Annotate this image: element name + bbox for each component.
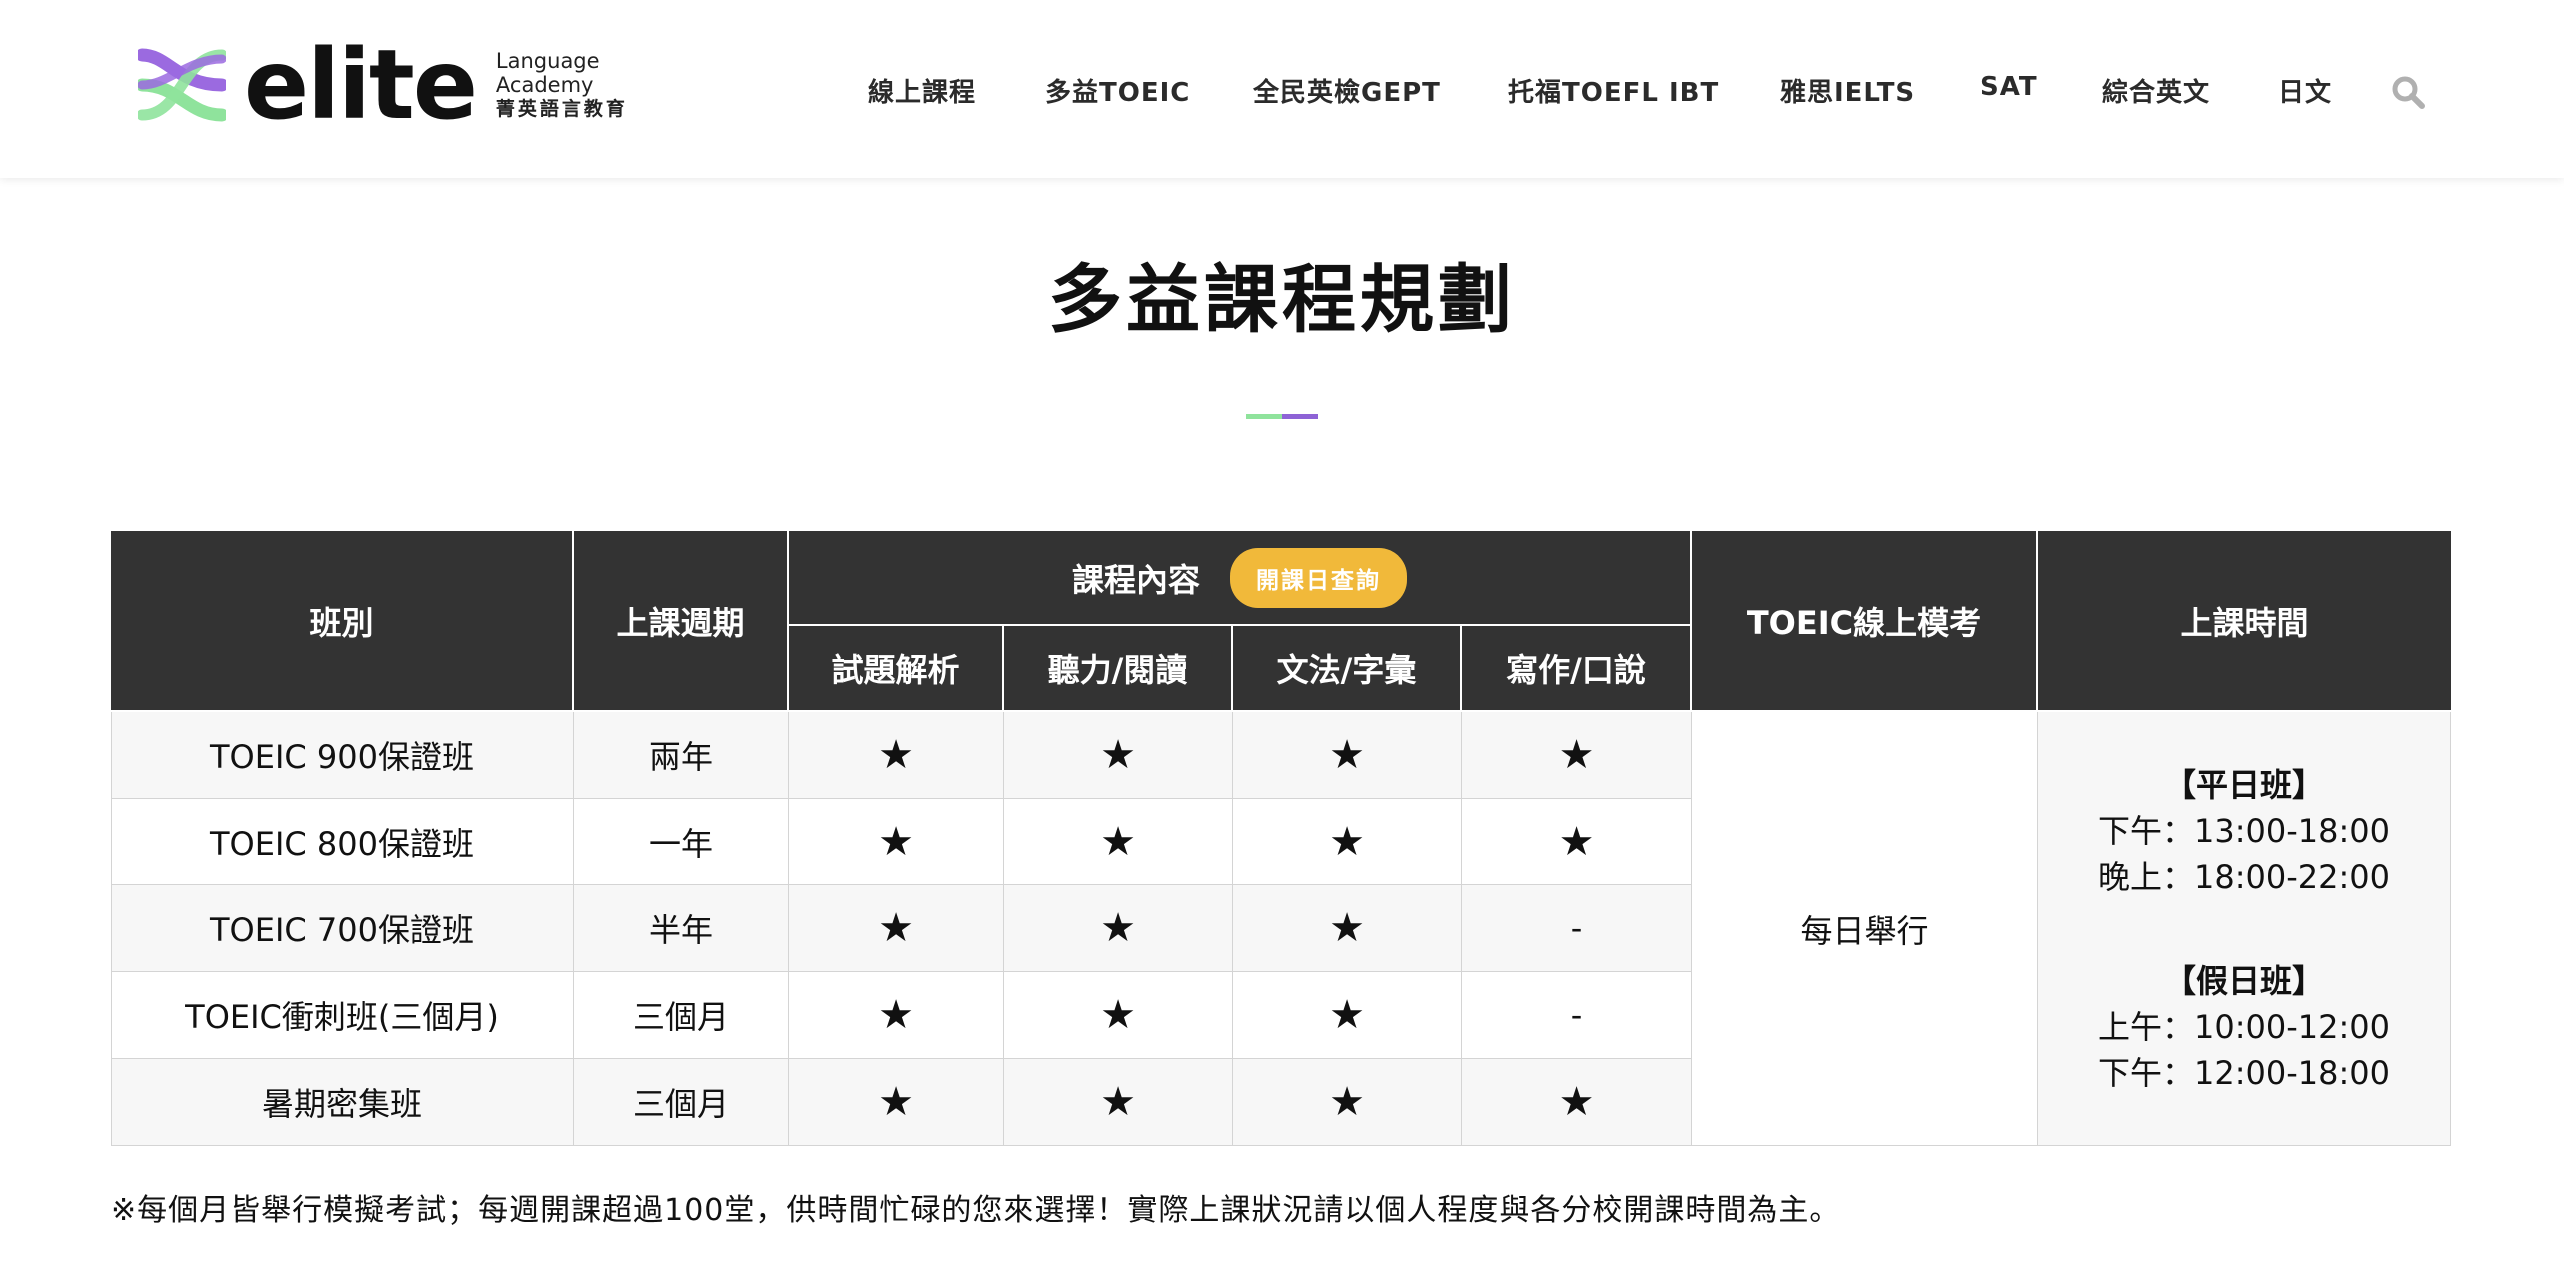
table-left-border — [111, 712, 112, 1146]
header-mock-test: TOEIC線上模考 — [1692, 531, 2038, 712]
divider-purple — [1282, 414, 1318, 419]
brand-logo[interactable]: elite Language Academy 菁英語言教育 — [138, 29, 628, 141]
row-mark-writing-speaking: ★ — [1462, 712, 1692, 799]
row-period: 三個月 — [574, 1059, 789, 1146]
row-period: 兩年 — [574, 712, 789, 799]
row-mark-writing-speaking: ★ — [1462, 1059, 1692, 1146]
search-icon[interactable] — [2390, 74, 2426, 110]
row-mark-listening-reading: ★ — [1004, 972, 1233, 1059]
row-mark-writing-speaking: ★ — [1462, 799, 1692, 885]
row-mark-grammar-vocab: ★ — [1233, 885, 1462, 972]
row-mark-writing-speaking: - — [1462, 885, 1692, 972]
row-class-name: TOEIC 800保證班 — [111, 799, 574, 885]
nav-item-toefl[interactable]: 托福TOEFL IBT — [1508, 72, 1719, 109]
row-mark-grammar-vocab: ★ — [1233, 712, 1462, 799]
header-sub-listening-reading: 聽力/閱讀 — [1004, 626, 1233, 712]
header-class-time: 上課時間 — [2038, 531, 2451, 712]
header-class: 班別 — [111, 531, 574, 712]
row-mark-listening-reading: ★ — [1004, 885, 1233, 972]
logo-subtitle: Language Academy 菁英語言教育 — [496, 49, 628, 121]
row-class-name: TOEIC 900保證班 — [111, 712, 574, 799]
nav-item-gept[interactable]: 全民英檢GEPT — [1253, 72, 1441, 109]
nav-item-sat[interactable]: SAT — [1980, 72, 2038, 102]
row-class-name: TOEIC 700保證班 — [111, 885, 574, 972]
row-class-name: 暑期密集班 — [111, 1059, 574, 1146]
nav-item-toeic[interactable]: 多益TOEIC — [1045, 72, 1190, 109]
row-period: 一年 — [574, 799, 789, 885]
row-mark-analysis: ★ — [789, 972, 1004, 1059]
logo-wordmark: elite — [244, 29, 478, 141]
weekday-title: 【平日班】 — [2163, 765, 2324, 804]
row-mark-listening-reading: ★ — [1004, 712, 1233, 799]
logo-sub-line2: Academy — [495, 73, 594, 97]
nav-item-online-course[interactable]: 線上課程 — [868, 72, 976, 109]
open-date-query-button[interactable]: 開課日查詢 — [1230, 547, 1407, 608]
row-period: 三個月 — [574, 972, 789, 1059]
mock-test-value: 每日舉行 — [1692, 712, 2038, 1146]
weekday-afternoon: 下午：13:00-18:00 — [2098, 811, 2390, 850]
header-sub-analysis: 試題解析 — [789, 626, 1004, 712]
row-mark-grammar-vocab: ★ — [1233, 972, 1462, 1059]
weekday-evening: 晚上：18:00-22:00 — [2098, 857, 2390, 896]
site-header: elite Language Academy 菁英語言教育 線上課程 多益TOE… — [0, 0, 2564, 178]
row-period: 半年 — [574, 885, 789, 972]
nav-item-ielts[interactable]: 雅思IELTS — [1780, 72, 1915, 109]
row-mark-analysis: ★ — [789, 1059, 1004, 1146]
row-mark-analysis: ★ — [789, 799, 1004, 885]
divider-green — [1246, 414, 1282, 419]
row-mark-listening-reading: ★ — [1004, 799, 1233, 885]
header-period: 上課週期 — [574, 531, 789, 712]
logo-sub-zh: 菁英語言教育 — [495, 98, 628, 120]
row-mark-listening-reading: ★ — [1004, 1059, 1233, 1146]
row-class-name: TOEIC衝刺班(三個月) — [111, 972, 574, 1059]
course-table: 班別 上課週期 課程內容 開課日查詢 試題解析 聽力/閱讀 文法/字彙 寫作/口… — [111, 531, 2451, 1146]
title-divider — [1246, 414, 1318, 419]
row-mark-grammar-vocab: ★ — [1233, 1059, 1462, 1146]
weekend-afternoon: 下午：12:00-18:00 — [2098, 1053, 2390, 1092]
logo-sub-line1: Language — [495, 49, 600, 73]
header-sub-grammar-vocab: 文法/字彙 — [1233, 626, 1462, 712]
row-mark-grammar-vocab: ★ — [1233, 799, 1462, 885]
nav-item-general-english[interactable]: 綜合英文 — [2102, 72, 2210, 109]
weekend-title: 【假日班】 — [2163, 961, 2324, 1000]
header-content: 課程內容 開課日查詢 — [789, 531, 1692, 626]
nav-item-japanese[interactable]: 日文 — [2278, 72, 2332, 109]
weekend-morning: 上午：10:00-12:00 — [2098, 1007, 2390, 1046]
row-mark-analysis: ★ — [789, 885, 1004, 972]
logo-mark-icon — [138, 48, 226, 122]
header-sub-writing-speaking: 寫作/口說 — [1462, 626, 1692, 712]
class-schedule: 【平日班】 下午：13:00-18:00 晚上：18:00-22:00 【假日班… — [2038, 712, 2451, 1146]
row-mark-analysis: ★ — [789, 712, 1004, 799]
row-mark-writing-speaking: - — [1462, 972, 1692, 1059]
page-title: 多益課程規劃 — [1048, 257, 1516, 343]
footnote: ※每個月皆舉行模擬考試；每週開課超過100堂，供時間忙碌的您來選擇！實際上課狀況… — [111, 1193, 1841, 1228]
header-content-label: 課程內容 — [1071, 560, 1200, 599]
